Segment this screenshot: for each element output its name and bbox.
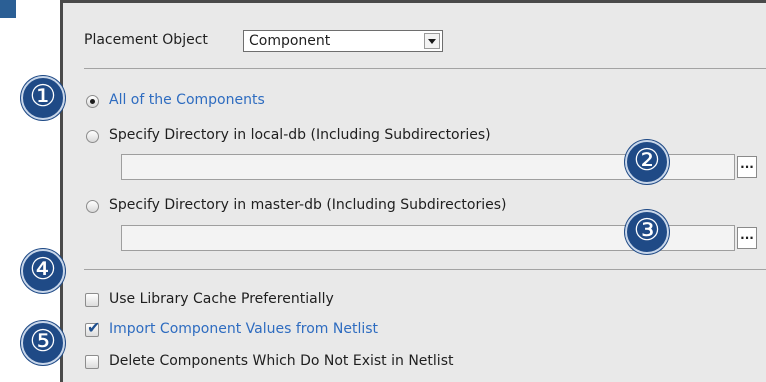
radio-master-db[interactable] [86, 200, 99, 213]
checkbox-delete-components[interactable] [85, 355, 99, 369]
delete-components-label[interactable]: Delete Components Which Do Not Exist in … [109, 353, 453, 369]
placement-settings-panel: Placement Object Component All of the Co… [60, 0, 766, 382]
import-component-values-label[interactable]: Import Component Values from Netlist [109, 321, 378, 337]
placement-object-value: Component [249, 33, 331, 49]
placement-object-label: Placement Object [84, 32, 208, 48]
callout-badge-1: ① [21, 76, 65, 120]
checkmark-icon: ✔ [87, 318, 101, 337]
callout-badge-4: ④ [21, 249, 65, 293]
callout-badge-3: ③ [625, 210, 669, 254]
divider-top [84, 68, 766, 69]
radio-all-components-label[interactable]: All of the Components [109, 92, 265, 108]
checkbox-import-component-values[interactable]: ✔ [85, 318, 101, 337]
radio-local-db[interactable] [86, 130, 99, 143]
divider-middle [84, 269, 766, 270]
callout-badge-2: ② [625, 140, 669, 184]
checkbox-use-library-cache[interactable] [85, 293, 99, 307]
chevron-down-icon[interactable] [424, 33, 440, 49]
radio-local-db-label[interactable]: Specify Directory in local-db (Including… [109, 127, 491, 143]
radio-all-components[interactable] [86, 95, 99, 108]
use-library-cache-label[interactable]: Use Library Cache Preferentially [109, 291, 334, 307]
local-db-browse-button[interactable]: ... [737, 156, 757, 178]
radio-master-db-label[interactable]: Specify Directory in master-db (Includin… [109, 197, 507, 213]
corner-accent [0, 0, 16, 18]
callout-badge-5: ⑤ [21, 321, 65, 365]
placement-object-select[interactable]: Component [243, 30, 443, 52]
master-db-browse-button[interactable]: ... [737, 227, 757, 249]
